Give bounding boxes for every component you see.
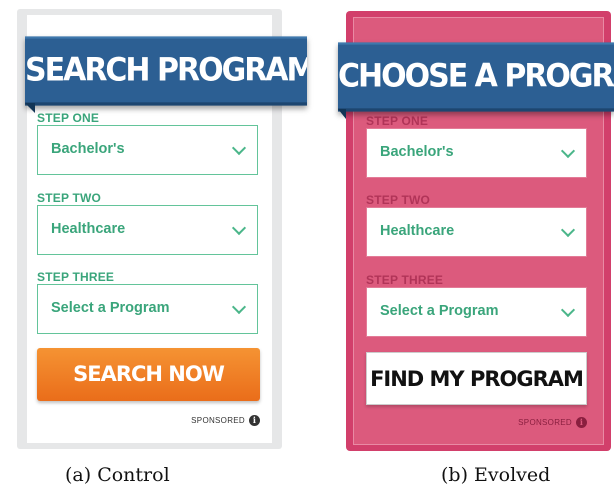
program-select[interactable]: Select a Program bbox=[366, 287, 587, 337]
degree-level-value: Bachelor's bbox=[51, 141, 125, 157]
control-widget: STEP ONE Bachelor's STEP TWO Healthcare … bbox=[17, 9, 307, 449]
subject-area-select[interactable]: Healthcare bbox=[366, 207, 587, 257]
degree-level-select[interactable]: Bachelor's bbox=[37, 125, 258, 175]
widget-title-banner: CHOOSE A PROGRAM bbox=[338, 42, 614, 112]
sponsored-label: SPONSORED i bbox=[191, 415, 260, 426]
step-one-label: STEP ONE bbox=[37, 111, 100, 125]
info-icon[interactable]: i bbox=[249, 415, 260, 426]
subject-area-value: Healthcare bbox=[51, 221, 126, 237]
subject-area-value: Healthcare bbox=[380, 223, 455, 239]
chevron-down-icon bbox=[231, 299, 247, 315]
program-select[interactable]: Select a Program bbox=[37, 284, 258, 334]
chevron-down-icon bbox=[231, 140, 247, 156]
chevron-down-icon bbox=[560, 302, 576, 318]
subject-area-select[interactable]: Healthcare bbox=[37, 205, 258, 255]
degree-level-select[interactable]: Bachelor's bbox=[366, 128, 587, 178]
step-one-label: STEP ONE bbox=[366, 114, 429, 128]
widget-title-banner: SEARCH PROGRAMS bbox=[25, 36, 307, 106]
find-my-program-button[interactable]: FIND MY PROGRAM bbox=[366, 352, 587, 405]
sponsored-text: SPONSORED bbox=[191, 416, 245, 425]
chevron-down-icon bbox=[560, 222, 576, 238]
degree-level-value: Bachelor's bbox=[380, 144, 454, 160]
chevron-down-icon bbox=[560, 143, 576, 159]
banner-fold bbox=[338, 109, 346, 119]
control-caption: (a) Control bbox=[65, 464, 170, 486]
sponsored-label: SPONSORED i bbox=[518, 417, 587, 428]
step-two-label: STEP TWO bbox=[37, 191, 102, 205]
evolved-caption: (b) Evolved bbox=[441, 464, 551, 486]
evolved-widget: STEP ONE Bachelor's STEP TWO Healthcare … bbox=[338, 11, 614, 451]
step-three-label: STEP THREE bbox=[366, 273, 444, 287]
step-two-label: STEP TWO bbox=[366, 193, 431, 207]
program-value: Select a Program bbox=[380, 303, 499, 319]
chevron-down-icon bbox=[231, 220, 247, 236]
banner-fold bbox=[25, 103, 35, 113]
info-icon[interactable]: i bbox=[576, 417, 587, 428]
program-value: Select a Program bbox=[51, 300, 170, 316]
sponsored-text: SPONSORED bbox=[518, 418, 572, 427]
step-three-label: STEP THREE bbox=[37, 270, 115, 284]
search-now-button[interactable]: SEARCH NOW bbox=[37, 348, 260, 401]
